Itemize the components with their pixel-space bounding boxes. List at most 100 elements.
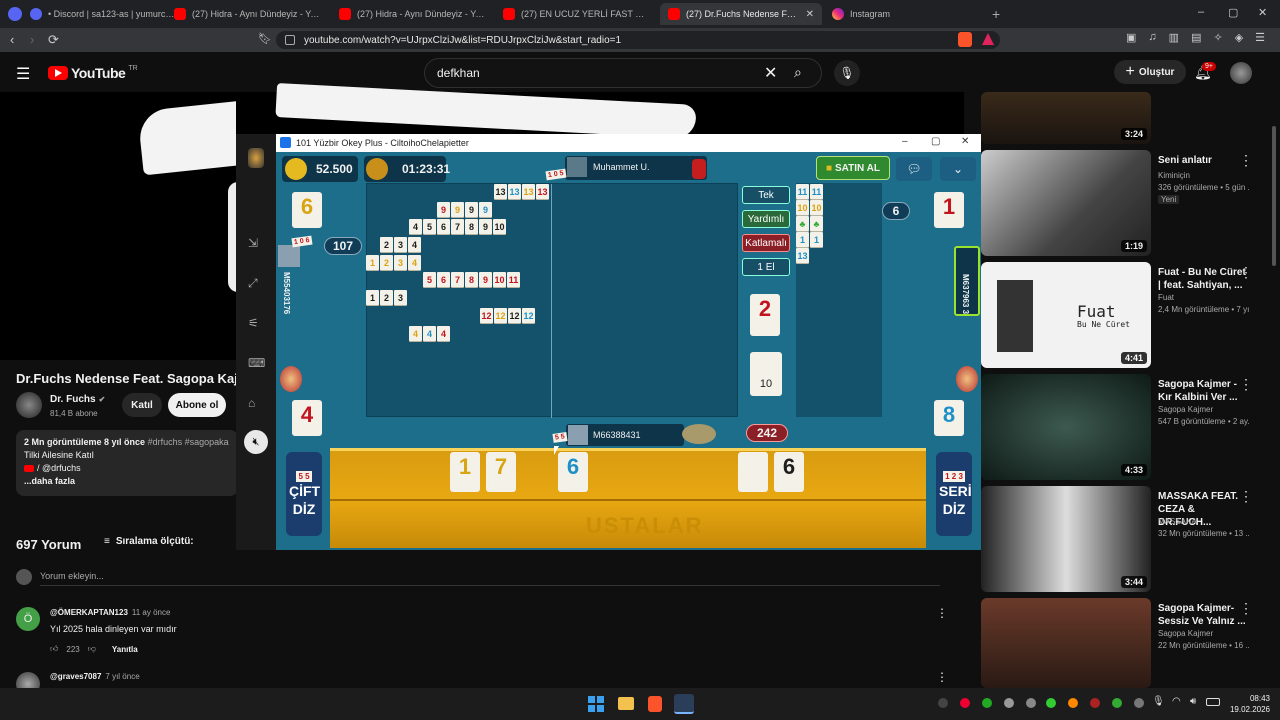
comment-menu-icon[interactable]: ⋮ <box>936 670 948 684</box>
avatar[interactable] <box>1230 62 1252 84</box>
comment-user[interactable]: @graves7087 <box>50 672 101 681</box>
comment-user[interactable]: @ÖMERKAPTAN123 <box>50 608 128 617</box>
brave-shield-icon[interactable] <box>958 32 972 47</box>
rec-channel[interactable]: MASSAKA <box>1158 517 1197 526</box>
board-tile[interactable]: 2 <box>380 255 393 270</box>
tab-instagram[interactable]: Instagram <box>824 3 986 25</box>
close-window-icon[interactable]: ✕ <box>1258 6 1267 19</box>
channel-link[interactable]: / @drfuchs <box>37 462 81 475</box>
seri-diz-button[interactable]: 1 2 3 SERİ DİZ <box>936 452 972 536</box>
board-tile[interactable]: 10 <box>493 272 506 287</box>
show-more-link[interactable]: ...daha fazla <box>24 475 230 488</box>
rewards-icon[interactable] <box>982 33 994 45</box>
file-explorer-icon[interactable] <box>618 697 634 710</box>
fake-okey-tile[interactable] <box>738 452 768 492</box>
board-tile[interactable]: 2 <box>380 290 393 305</box>
rack-tile[interactable]: 1 <box>450 452 480 492</box>
rack-tile[interactable]: 6 <box>558 452 588 492</box>
brave-browser-icon[interactable] <box>648 696 662 712</box>
board-tile[interactable]: 7 <box>451 272 464 287</box>
video-description[interactable]: 2 Mn görüntüleme 8 yıl önce #drfuchs #sa… <box>16 430 238 496</box>
mode-katlamali-button[interactable]: Katlamalı <box>742 234 790 252</box>
board-tile[interactable]: 8 <box>465 272 478 287</box>
board-tile[interactable]: 5 <box>423 219 436 234</box>
board-tile[interactable]: 4 <box>409 326 422 341</box>
board-tile[interactable]: 12 <box>522 308 535 323</box>
corner-tile-top-right[interactable]: 1 <box>934 192 964 228</box>
more-options-icon[interactable]: ⋮ <box>1239 600 1253 617</box>
music-icon[interactable]: ♫ <box>1148 31 1156 44</box>
meld-row[interactable]: 9 9 9 9 <box>437 202 492 217</box>
game-taskbar-icon[interactable] <box>674 694 694 714</box>
maximize-icon[interactable]: ▢ <box>1228 6 1238 19</box>
board-tile[interactable]: 10 <box>796 200 809 215</box>
player-rack[interactable]: USTALAR <box>330 448 926 548</box>
board-tile[interactable]: 10 <box>493 219 506 234</box>
board-tile[interactable]: 10 <box>810 200 823 215</box>
corner-tile-bottom-left[interactable]: 4 <box>292 400 322 436</box>
close-icon[interactable]: ✕ <box>806 9 814 20</box>
video-player[interactable] <box>0 92 236 360</box>
board-tile[interactable]: 3 <box>394 255 407 270</box>
chat-icon[interactable]: 💬︎ <box>896 157 932 181</box>
like-icon[interactable]: 👍︎ <box>50 644 58 654</box>
leo-icon[interactable]: ✧ <box>1213 31 1222 44</box>
wallet-icon[interactable]: ▤ <box>1191 31 1201 44</box>
mode-yardimli-button[interactable]: Yardımlı <box>742 210 790 228</box>
meld-row[interactable]: 5 6 7 8 9 10 11 <box>423 272 520 287</box>
volume-icon[interactable]: 🔊︎ <box>1190 696 1196 707</box>
windows-start-icon[interactable] <box>588 696 604 712</box>
draw-pile[interactable]: 10 <box>750 352 782 396</box>
board-tile[interactable]: 9 <box>479 202 492 217</box>
dislike-icon[interactable]: 👎︎ <box>88 644 96 654</box>
tray-icon[interactable] <box>1090 698 1100 708</box>
reload-icon[interactable]: ⟳ <box>48 32 59 48</box>
tab-youtube-1[interactable]: (27) Hidra - Aynı Dündeyiz - YouTube <box>166 3 328 25</box>
bookmark-icon[interactable]: 🔖︎ <box>258 32 272 45</box>
menu-chevron-icon[interactable]: ⌄ <box>940 157 976 181</box>
board-tile[interactable]: 1 <box>366 290 379 305</box>
video-thumbnail[interactable]: 3:44 <box>981 486 1151 592</box>
buy-button[interactable]: ■ SATIN AL <box>816 156 890 180</box>
youtube-logo[interactable]: YouTube TR <box>48 65 138 81</box>
board-tile[interactable]: 6 <box>437 219 450 234</box>
recommendation-item[interactable]: 3:24 <box>981 92 1271 144</box>
tray-icon[interactable] <box>1112 698 1122 708</box>
board-tile[interactable]: 12 <box>480 308 493 323</box>
board-tile[interactable]: 4 <box>423 326 436 341</box>
comment-input[interactable]: Yorum ekleyin... <box>40 571 940 586</box>
meld-row[interactable]: 1 2 3 <box>366 290 407 305</box>
rack-tile[interactable]: 6 <box>774 452 804 492</box>
game-close-icon[interactable]: ✕ <box>961 136 969 147</box>
board-tile[interactable]: 9 <box>451 202 464 217</box>
back-icon[interactable]: ‹ <box>10 32 14 47</box>
search-input[interactable]: defkhan <box>424 58 822 88</box>
rack-tile[interactable]: 7 <box>486 452 516 492</box>
board-tile[interactable]: 13 <box>494 184 507 199</box>
search-icon[interactable]: ⌕ <box>794 64 802 81</box>
recommendation-item[interactable]: 4:33 Sagopa Kajmer - Kır Kalbini Ver ...… <box>981 374 1271 482</box>
recommendation-item[interactable]: Fuat Bu Ne Cüret 4:41 Fuat - Bu Ne Cüret… <box>981 262 1271 370</box>
game-minimize-icon[interactable]: – <box>902 136 908 147</box>
board-tile[interactable]: 12 <box>494 308 507 323</box>
board-tile[interactable]: 2 <box>380 237 393 252</box>
rec-channel[interactable]: Fuat <box>1158 293 1174 302</box>
expand-icon[interactable]: ⤢ <box>248 276 258 291</box>
board-tile[interactable]: 1 <box>366 255 379 270</box>
tab-youtube-active[interactable]: (27) Dr.Fuchs Nedense Feat. Sag ✕ <box>660 3 822 25</box>
tray-icon[interactable] <box>982 698 992 708</box>
joker-tile[interactable]: ♣ <box>810 216 823 231</box>
more-options-icon[interactable]: ⋮ <box>1239 488 1253 505</box>
channel-name[interactable]: Dr. Fuchs ✔ <box>50 394 105 405</box>
vpn-icon[interactable]: ◈ <box>1235 31 1243 44</box>
profile-icon[interactable] <box>8 7 22 21</box>
board-tile[interactable]: 7 <box>451 219 464 234</box>
mode-tek-button[interactable]: Tek <box>742 186 790 204</box>
game-app-icon[interactable] <box>248 148 264 168</box>
board-tile[interactable]: 4 <box>409 219 422 234</box>
board-tile[interactable]: 1 <box>810 232 823 247</box>
settings-sliders-icon[interactable]: ⚟ <box>248 316 259 330</box>
board-tile[interactable]: 4 <box>408 237 421 252</box>
more-options-icon[interactable]: ⋮ <box>1239 152 1253 169</box>
board-tile[interactable]: 13 <box>796 248 809 263</box>
